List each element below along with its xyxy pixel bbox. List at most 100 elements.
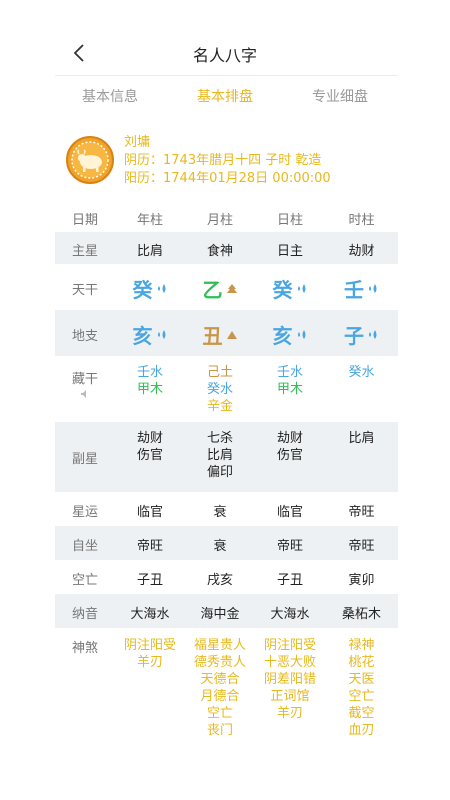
table-cell: 比肩 bbox=[325, 430, 398, 447]
table-cell: 大海水 bbox=[130, 607, 170, 622]
hidden-stem: 癸水 bbox=[348, 365, 375, 380]
person-name: 刘墉 bbox=[124, 135, 151, 150]
header-day-pillar: 日柱 bbox=[276, 213, 303, 228]
branch-char: 丑 bbox=[202, 324, 223, 348]
ox-zodiac-icon bbox=[71, 141, 109, 179]
table-cell: 戌亥 bbox=[206, 573, 233, 588]
table-row-tiangan: 天干 癸 乙 癸 壬 bbox=[55, 264, 398, 310]
earth-icon bbox=[226, 330, 237, 339]
shensha-item: 羊刃 bbox=[136, 655, 163, 670]
table-cell: 阴注阳受 十恶大败 阴差阳错 正词馆 羊刃 bbox=[255, 637, 325, 722]
row-label: 纳音 bbox=[71, 607, 98, 622]
hidden-stem: 甲木 bbox=[136, 382, 163, 397]
table-cell: 癸 bbox=[115, 274, 185, 303]
water-drop-icon bbox=[297, 329, 305, 339]
header-month-pillar: 月柱 bbox=[206, 213, 233, 228]
table-row-xingyun: 星运 临官 衰 临官 帝旺 bbox=[55, 492, 398, 526]
shensha-item: 羊刃 bbox=[276, 706, 303, 721]
table-row-zizuo: 自坐 帝旺 衰 帝旺 帝旺 bbox=[55, 526, 398, 560]
table-cell: 衰 bbox=[213, 505, 227, 520]
row-label: 空亡 bbox=[71, 573, 98, 588]
sub-star: 比肩 bbox=[348, 431, 375, 446]
table-row-kongwang: 空亡 子丑 戌亥 子丑 寅卯 bbox=[55, 560, 398, 594]
shensha-item: 丧门 bbox=[206, 723, 233, 738]
table-cell: 劫财 伤官 bbox=[255, 430, 325, 464]
sub-star: 劫财 bbox=[136, 431, 163, 446]
table-cell: 比肩 bbox=[136, 244, 163, 259]
table-cell: 壬水 甲木 bbox=[255, 364, 325, 398]
sub-star: 伤官 bbox=[136, 448, 163, 463]
table-cell: 帝旺 bbox=[348, 505, 375, 520]
tab-basic-info[interactable]: 基本信息 bbox=[82, 86, 138, 106]
shensha-item: 阴差阳错 bbox=[263, 672, 316, 687]
sub-star: 比肩 bbox=[206, 448, 233, 463]
header-date: 日期 bbox=[71, 213, 98, 228]
water-drop-icon bbox=[297, 283, 305, 293]
table-cell: 衰 bbox=[213, 539, 227, 554]
table-row-shensha: 神煞 阴注阳受 羊刃 福星贵人 德秀贵人 天德合 月德合 空亡 丧门 阴注阳受 … bbox=[55, 628, 398, 748]
table-cell: 丑 bbox=[185, 320, 255, 349]
lunar-birth: 阴历：1743年腊月十四 子时 乾造 bbox=[124, 153, 322, 168]
shensha-item: 血刃 bbox=[348, 723, 375, 738]
table-cell: 七杀 比肩 偏印 bbox=[185, 430, 255, 481]
shensha-item: 禄神 bbox=[348, 638, 375, 653]
table-cell: 临官 bbox=[136, 505, 163, 520]
branch-char: 亥 bbox=[272, 324, 293, 348]
shensha-item: 正词馆 bbox=[270, 689, 310, 704]
table-cell: 亥 bbox=[255, 320, 325, 349]
table-cell: 临官 bbox=[276, 505, 303, 520]
avatar bbox=[66, 136, 114, 184]
tab-professional-detail[interactable]: 专业细盘 bbox=[312, 86, 368, 106]
table-cell: 壬 bbox=[325, 274, 398, 303]
table-cell: 帝旺 bbox=[348, 539, 375, 554]
shensha-item: 月德合 bbox=[200, 689, 240, 704]
sub-star: 七杀 bbox=[206, 431, 233, 446]
stem-char: 壬 bbox=[344, 278, 364, 302]
table-cell: 阴注阳受 羊刃 bbox=[115, 637, 185, 671]
sub-star: 偏印 bbox=[206, 465, 233, 480]
tab-basic-chart[interactable]: 基本排盘 bbox=[197, 86, 253, 106]
header-year-pillar: 年柱 bbox=[136, 213, 163, 228]
branch-char: 子 bbox=[344, 324, 364, 348]
stem-char: 癸 bbox=[132, 278, 153, 302]
stem-char: 癸 bbox=[272, 278, 293, 302]
table-cell: 壬水 甲木 bbox=[115, 364, 185, 398]
table-row-zhuxing: 主星 比肩 食神 日主 劫财 bbox=[55, 232, 398, 264]
water-drop-icon bbox=[157, 283, 165, 293]
row-label: 天干 bbox=[71, 283, 98, 298]
solar-birth: 阳历：1744年01月28日 00:00:00 bbox=[124, 171, 331, 186]
row-label: 自坐 bbox=[71, 539, 98, 554]
speaker-icon[interactable] bbox=[80, 389, 90, 399]
hidden-stem: 癸水 bbox=[206, 382, 233, 397]
row-label: 神煞 bbox=[71, 641, 98, 656]
sub-star: 劫财 bbox=[276, 431, 303, 446]
shensha-item: 桃花 bbox=[348, 655, 375, 670]
shensha-item: 天德合 bbox=[200, 672, 240, 687]
hidden-stem: 辛金 bbox=[206, 399, 233, 414]
row-label: 藏干 bbox=[55, 368, 115, 403]
shensha-item: 空亡 bbox=[348, 689, 375, 704]
table-cell: 福星贵人 德秀贵人 天德合 月德合 空亡 丧门 bbox=[185, 637, 255, 739]
table-cell: 己土 癸水 辛金 bbox=[185, 364, 255, 415]
table-row-canggan: 藏干 壬水 甲木 己土 癸水 辛金 壬水 甲木 癸水 bbox=[55, 356, 398, 422]
wood-icon bbox=[226, 283, 237, 293]
table-header-row: 日期 年柱 月柱 日柱 时柱 bbox=[55, 200, 398, 232]
branch-char: 亥 bbox=[132, 324, 153, 348]
shensha-item: 福星贵人 bbox=[193, 638, 246, 653]
hidden-stem: 甲木 bbox=[276, 382, 303, 397]
table-cell: 帝旺 bbox=[136, 539, 163, 554]
table-cell: 癸 bbox=[255, 274, 325, 303]
table-cell: 大海水 bbox=[270, 607, 310, 622]
shensha-item: 天医 bbox=[348, 672, 375, 687]
hidden-stem: 壬水 bbox=[276, 365, 303, 380]
tab-bar: 基本信息 基本排盘 专业细盘 bbox=[55, 86, 398, 110]
hidden-stem: 壬水 bbox=[136, 365, 163, 380]
top-bar: 名人八字 bbox=[0, 0, 450, 76]
table-cell: 劫财 bbox=[348, 244, 375, 259]
stem-char: 乙 bbox=[202, 278, 223, 302]
table-cell: 子 bbox=[325, 320, 398, 349]
table-cell: 海中金 bbox=[200, 607, 240, 622]
row-label: 地支 bbox=[71, 329, 98, 344]
row-label: 主星 bbox=[71, 244, 98, 259]
hidden-stem: 己土 bbox=[206, 365, 233, 380]
